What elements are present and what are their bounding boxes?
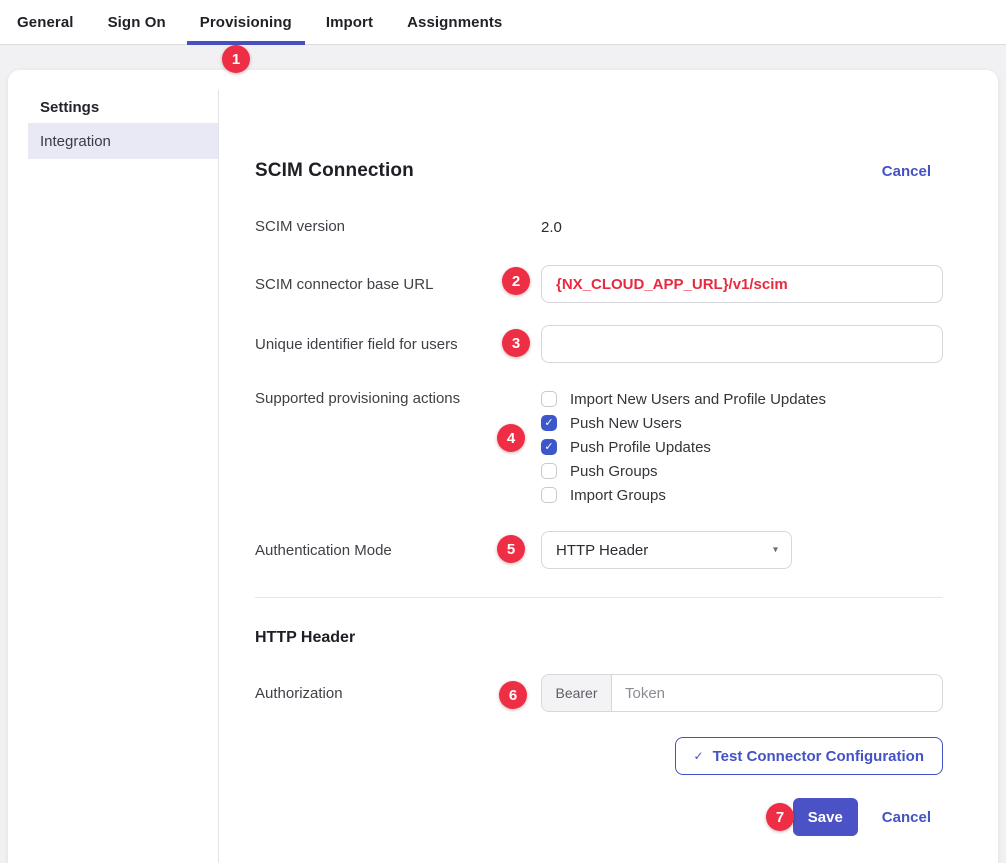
tab-assignments-label: Assignments <box>407 14 502 31</box>
auth-mode-select[interactable]: HTTP Header ▾ <box>541 531 792 569</box>
http-header-section-heading: HTTP Header <box>255 629 943 651</box>
step-badge-6: 6 <box>499 681 527 709</box>
checkbox-push-profile-updates[interactable]: ✓ Push Profile Updates <box>541 435 943 459</box>
scim-version-label: SCIM version <box>255 217 541 237</box>
scim-connection-form: SCIM Connection Cancel SCIM version 2.0 … <box>255 70 943 836</box>
provisioning-actions-label: Supported provisioning actions <box>255 387 541 409</box>
auth-mode-row: Authentication Mode HTTP Header ▾ <box>255 531 943 569</box>
checkbox-import-new-users[interactable]: ✓ Import New Users and Profile Updates <box>541 387 943 411</box>
base-url-input[interactable] <box>541 265 943 303</box>
checkbox-icon[interactable]: ✓ <box>541 391 557 407</box>
tab-import-label: Import <box>326 14 373 31</box>
section-divider <box>255 597 943 598</box>
cancel-link-top[interactable]: Cancel <box>882 163 931 180</box>
checkbox-label: Import Groups <box>570 487 666 504</box>
authorization-label: Authorization <box>255 674 541 704</box>
sidebar-item-integration[interactable]: Integration <box>28 123 218 159</box>
app-tab-bar: General Sign On Provisioning Import Assi… <box>0 0 1006 45</box>
test-connector-configuration-button[interactable]: ✓ Test Connector Configuration <box>675 737 943 775</box>
checkbox-icon[interactable]: ✓ <box>541 463 557 479</box>
tab-provisioning-label: Provisioning <box>200 14 292 31</box>
provisioning-actions-row: Supported provisioning actions ✓ Import … <box>255 387 943 507</box>
sidebar-item-label: Integration <box>40 133 111 150</box>
step-badge-1: 1 <box>222 45 250 73</box>
check-icon: ✓ <box>544 442 553 453</box>
check-icon: ✓ <box>694 749 704 763</box>
scim-version-value: 2.0 <box>541 219 943 236</box>
tab-sign-on[interactable]: Sign On <box>91 0 183 44</box>
checkbox-icon[interactable]: ✓ <box>541 415 557 431</box>
checkbox-icon[interactable]: ✓ <box>541 487 557 503</box>
authorization-input-group: Bearer <box>541 674 943 712</box>
tab-provisioning[interactable]: Provisioning <box>183 0 309 44</box>
token-input[interactable] <box>612 675 942 711</box>
scim-version-row: SCIM version 2.0 <box>255 216 943 238</box>
tab-import[interactable]: Import <box>309 0 390 44</box>
cancel-link-bottom[interactable]: Cancel <box>882 809 931 826</box>
tab-sign-on-label: Sign On <box>108 14 166 31</box>
tab-general-label: General <box>17 14 74 31</box>
step-badge-7: 7 <box>766 803 794 831</box>
unique-id-row: Unique identifier field for users <box>255 325 943 363</box>
active-tab-underline <box>187 41 305 45</box>
auth-mode-selected-value: HTTP Header <box>556 542 648 559</box>
tab-general[interactable]: General <box>0 0 91 44</box>
step-badge-4: 4 <box>497 424 525 452</box>
checkbox-label: Import New Users and Profile Updates <box>570 391 826 408</box>
tab-assignments[interactable]: Assignments <box>390 0 519 44</box>
checkbox-label: Push Profile Updates <box>570 439 711 456</box>
unique-id-input[interactable] <box>541 325 943 363</box>
checkbox-push-new-users[interactable]: ✓ Push New Users <box>541 411 943 435</box>
step-badge-5: 5 <box>497 535 525 563</box>
bearer-prefix: Bearer <box>542 675 612 711</box>
checkbox-push-groups[interactable]: ✓ Push Groups <box>541 459 943 483</box>
base-url-label: SCIM connector base URL <box>255 265 541 295</box>
base-url-row: SCIM connector base URL <box>255 265 943 303</box>
step-badge-3: 3 <box>502 329 530 357</box>
checkbox-label: Push New Users <box>570 415 682 432</box>
checkbox-icon[interactable]: ✓ <box>541 439 557 455</box>
chevron-down-icon: ▾ <box>773 545 778 556</box>
test-connector-configuration-label: Test Connector Configuration <box>713 748 924 765</box>
page-title: SCIM Connection <box>255 160 414 182</box>
checkbox-import-groups[interactable]: ✓ Import Groups <box>541 483 943 507</box>
checkbox-label: Push Groups <box>570 463 658 480</box>
step-badge-2: 2 <box>502 267 530 295</box>
unique-id-label: Unique identifier field for users <box>255 325 541 355</box>
save-button[interactable]: Save <box>793 798 858 836</box>
provisioning-card: Settings Integration SCIM Connection Can… <box>8 70 998 863</box>
sidebar-heading: Settings <box>40 98 218 118</box>
check-icon: ✓ <box>544 418 553 429</box>
settings-sidebar: Settings Integration <box>8 70 218 159</box>
sidebar-divider <box>218 90 219 863</box>
authorization-row: Authorization Bearer <box>255 674 943 712</box>
